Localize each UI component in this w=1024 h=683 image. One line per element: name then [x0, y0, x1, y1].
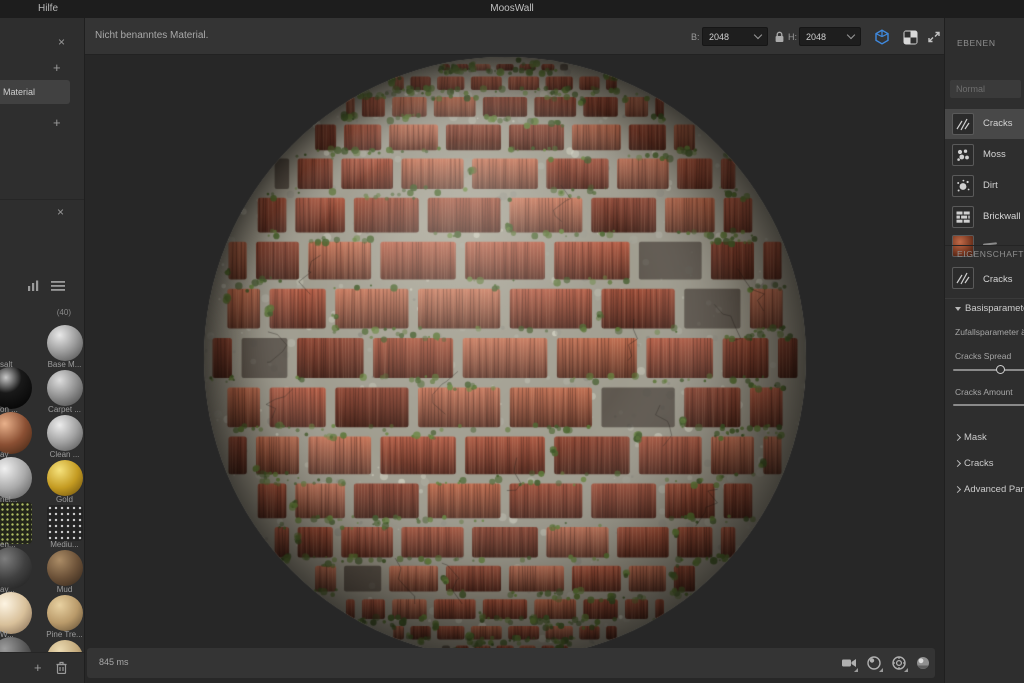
- material-thumbnail[interactable]: [47, 415, 83, 451]
- material-thumbnail[interactable]: [0, 412, 32, 454]
- 3d-viewport: 845 ms: [85, 55, 944, 683]
- right-panel: EBENEN Normal Cracks Moss: [944, 18, 1024, 683]
- cracks-spread-label: Cracks Spread: [955, 351, 1011, 361]
- material-thumbnail[interactable]: [47, 505, 83, 541]
- material-thumbnail[interactable]: [0, 367, 32, 409]
- layer-row-moss[interactable]: Moss: [945, 140, 1024, 170]
- group-label: Basisparameter: [965, 303, 1024, 314]
- expand-viewport-icon[interactable]: [925, 28, 943, 46]
- height-resolution-value: 2048: [806, 32, 826, 42]
- selected-layer-icon: [952, 267, 974, 289]
- left-sidebar: × + Material + ×: [0, 18, 85, 683]
- cracks-layer-icon: [952, 113, 974, 135]
- chevron-right-icon: [954, 460, 961, 467]
- selected-layer-name: Cracks: [983, 274, 1013, 285]
- lock-aspect-icon[interactable]: [773, 30, 785, 44]
- trash-icon[interactable]: [56, 661, 67, 674]
- material-label: Carpet ...: [44, 405, 85, 414]
- slider-handle[interactable]: [996, 365, 1005, 374]
- material-thumbnail[interactable]: [0, 457, 32, 499]
- material-thumbnail[interactable]: [47, 370, 83, 406]
- material-thumbnail[interactable]: [47, 595, 83, 631]
- properties-panel-title: EIGENSCHAFTEN: [957, 249, 1024, 259]
- material-thumbnail[interactable]: [47, 460, 83, 496]
- current-material-row[interactable]: Material: [0, 80, 70, 104]
- layer-label: Cracks: [983, 118, 1013, 129]
- section-label: Mask: [964, 432, 987, 443]
- width-resolution-select[interactable]: 2048: [702, 27, 768, 46]
- environment-icon[interactable]: [914, 654, 932, 672]
- add-asset-button[interactable]: +: [34, 661, 42, 674]
- height-label: H:: [788, 32, 797, 42]
- section-label: Advanced Parameters: [964, 484, 1024, 495]
- chevron-right-icon: [954, 434, 961, 441]
- width-label: B:: [691, 32, 700, 42]
- blend-mode-select[interactable]: Normal: [950, 80, 1021, 98]
- material-label: Mediu...: [44, 540, 85, 549]
- material-thumbnail[interactable]: [47, 550, 83, 586]
- 2d-view-toggle-icon[interactable]: [901, 28, 919, 46]
- close-icon[interactable]: ×: [57, 206, 64, 218]
- layers-panel-title: EBENEN: [957, 38, 996, 48]
- material-label: Base M...: [44, 360, 85, 369]
- viewport-statusbar: 845 ms: [87, 648, 935, 678]
- environment-rotation-icon[interactable]: [865, 654, 883, 672]
- chevron-down-icon: [847, 31, 855, 39]
- layer-label: Dirt: [983, 180, 998, 191]
- chevron-down-icon: [754, 31, 762, 39]
- viewport-toolbar: Nicht benanntes Material. B: 2048 H: 204…: [85, 18, 944, 55]
- material-thumbnail[interactable]: [0, 592, 32, 634]
- display-settings-icon[interactable]: [890, 654, 908, 672]
- layer-row-cracks[interactable]: Cracks: [945, 109, 1024, 139]
- add-item-button[interactable]: +: [53, 116, 61, 129]
- close-icon[interactable]: ×: [58, 36, 65, 48]
- add-material-button[interactable]: +: [53, 61, 61, 74]
- material-label: Mud: [44, 585, 85, 594]
- blend-mode-value: Normal: [956, 84, 985, 94]
- basisparameter-group-header[interactable]: Basisparameter: [955, 303, 1024, 314]
- section-label: Cracks: [964, 458, 994, 469]
- cracks-amount-slider[interactable]: [953, 404, 1024, 406]
- render-time-label: 845 ms: [99, 657, 129, 667]
- list-view-icon[interactable]: [51, 280, 65, 292]
- document-title: MoosWall: [0, 3, 1024, 14]
- sort-view-icon[interactable]: [27, 280, 40, 292]
- material-label: Gold: [44, 495, 85, 504]
- material-thumbnail[interactable]: [0, 547, 32, 589]
- 3d-view-toggle-icon[interactable]: [873, 28, 891, 46]
- camera-icon[interactable]: [840, 654, 858, 672]
- menubar: Hilfe MoosWall: [0, 0, 1024, 18]
- layer-label: Brickwall: [983, 211, 1020, 222]
- moss-layer-icon: [952, 144, 974, 166]
- application-window: Hilfe MoosWall Nicht benanntes Material.…: [0, 0, 1024, 683]
- layer-label: Moss: [983, 149, 1006, 160]
- triangle-down-icon: [955, 307, 961, 311]
- asset-library-panel: × (40) salt Base M...: [0, 200, 84, 683]
- material-thumbnail[interactable]: [47, 325, 83, 361]
- layer-row-brickwall[interactable]: Brickwall: [945, 202, 1024, 232]
- material-thumbnail[interactable]: [0, 322, 32, 364]
- current-material-label: Material: [0, 87, 35, 97]
- chevron-right-icon: [954, 486, 961, 493]
- dirt-layer-icon: [952, 175, 974, 197]
- height-resolution-select[interactable]: 2048: [799, 27, 861, 46]
- material-name-label: Nicht benanntes Material.: [95, 30, 208, 41]
- width-resolution-value: 2048: [709, 32, 729, 42]
- cracks-section-header[interactable]: Cracks: [955, 458, 994, 469]
- mask-section-header[interactable]: Mask: [955, 432, 987, 443]
- brickwall-layer-icon: [952, 206, 974, 228]
- material-list-panel: × + Material +: [0, 18, 84, 200]
- material-label: Clean ...: [44, 450, 85, 459]
- cracks-spread-slider[interactable]: [953, 369, 1024, 371]
- layer-row-dirt[interactable]: Dirt: [945, 171, 1024, 201]
- material-label: Pine Tre...: [44, 630, 85, 639]
- randomize-parameters-button[interactable]: Zufallsparameter ändern: [955, 327, 1024, 337]
- advanced-parameters-section-header[interactable]: Advanced Parameters: [955, 484, 1024, 495]
- cracks-amount-label: Cracks Amount: [955, 387, 1013, 397]
- asset-count-label: (40): [57, 308, 71, 317]
- material-thumbnail[interactable]: [0, 502, 32, 544]
- material-sphere-3d-preview[interactable]: [199, 55, 811, 664]
- library-footer: +: [0, 652, 84, 683]
